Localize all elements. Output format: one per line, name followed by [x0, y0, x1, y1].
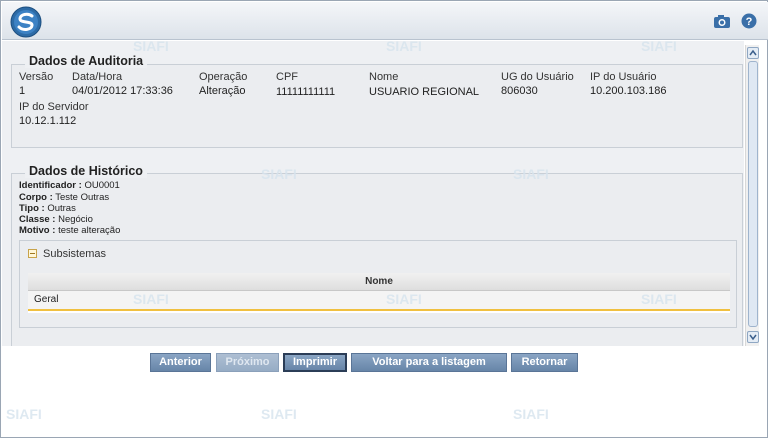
subsistemas-table: Nome Geral [28, 273, 730, 313]
scroll-down-arrow[interactable] [747, 331, 759, 343]
historico-title: Dados de Histórico [25, 164, 147, 178]
svg-text:?: ? [746, 16, 753, 28]
voltar-listagem-button[interactable]: Voltar para a listagem [351, 353, 507, 372]
app-window: ? Dados de Auditoria Versão 1 Data/Hora … [0, 0, 768, 438]
ip-servidor-value: 10.12.1.112 [19, 115, 77, 127]
ip-usuario-label: IP do Usuário [590, 71, 657, 83]
versao-value: 1 [19, 85, 26, 97]
data-hora-value: 04/01/2012 17:33:36 [72, 85, 173, 97]
identificador-value: OU0001 [84, 180, 120, 191]
watermark: SIAFI [261, 406, 297, 422]
vertical-scrollbar[interactable] [745, 45, 759, 346]
field-corpo: Corpo : Teste Outras [19, 192, 109, 203]
field-ug-usuario: UG do Usuário 806030 [501, 71, 574, 97]
watermark: SIAFI [6, 406, 42, 422]
subsistemas-toggle[interactable]: Subsistemas [28, 248, 106, 260]
field-nome: Nome USUARIO REGIONAL [369, 71, 479, 98]
data-hora-label: Data/Hora [72, 71, 123, 83]
field-identificador: Identificador : OU0001 [19, 180, 120, 191]
collapse-icon[interactable] [28, 249, 37, 258]
auditoria-title: Dados de Auditoria [25, 54, 148, 68]
field-cpf: CPF 11111111111 [276, 71, 335, 98]
chevron-up-icon [749, 49, 757, 56]
nome-value: USUARIO REGIONAL [369, 86, 480, 98]
detail-panel: Dados de Auditoria Versão 1 Data/Hora 04… [2, 41, 744, 346]
versao-label: Versão [19, 71, 54, 83]
tipo-label: Tipo : [19, 203, 45, 214]
tipo-value: Outras [47, 203, 76, 214]
chevron-down-icon [749, 334, 757, 341]
motivo-label: Motivo : [19, 225, 56, 236]
imprimir-button[interactable]: Imprimir [283, 353, 347, 372]
scroll-up-arrow[interactable] [747, 47, 759, 59]
nome-label: Nome [369, 71, 399, 83]
subsistemas-panel: Subsistemas Nome Geral [19, 240, 737, 328]
cpf-label: CPF [276, 71, 298, 83]
ip-servidor-label: IP do Servidor [19, 101, 89, 113]
proximo-button[interactable]: Próximo [216, 353, 279, 372]
anterior-button[interactable]: Anterior [150, 353, 211, 372]
field-classe: Classe : Negócio [19, 214, 93, 225]
scroll-thumb[interactable] [748, 61, 758, 327]
field-operacao: Operação Alteração [199, 71, 247, 97]
field-motivo: Motivo : teste alteração [19, 225, 120, 236]
motivo-value: teste alteração [58, 225, 121, 236]
field-tipo: Tipo : Outras [19, 203, 76, 214]
identificador-label: Identificador : [19, 180, 82, 191]
corpo-value: Teste Outras [55, 192, 110, 203]
ug-usuario-value: 806030 [501, 85, 538, 97]
classe-value: Negócio [58, 214, 93, 225]
subsistemas-title: Subsistemas [43, 248, 106, 260]
classe-label: Classe : [19, 214, 56, 225]
operacao-label: Operação [199, 71, 248, 83]
field-data-hora: Data/Hora 04/01/2012 17:33:36 [72, 71, 173, 97]
siafi-logo-icon [10, 6, 42, 38]
operacao-value: Alteração [199, 85, 246, 97]
watermark: SIAFI [513, 406, 549, 422]
help-icon[interactable]: ? [740, 13, 758, 29]
field-ip-servidor: IP do Servidor 10.12.1.112 [19, 101, 89, 127]
field-versao: Versão 1 [19, 71, 53, 97]
cpf-value: 11111111111 [276, 86, 336, 98]
header-bar: ? [2, 2, 768, 40]
camera-icon[interactable] [713, 13, 731, 29]
column-header-nome[interactable]: Nome [28, 273, 730, 291]
table-row[interactable]: Geral [28, 291, 730, 311]
field-ip-usuario: IP do Usuário 10.200.103.186 [590, 71, 666, 97]
retornar-button[interactable]: Retornar [511, 353, 578, 372]
ip-usuario-value: 10.200.103.186 [590, 85, 667, 97]
corpo-label: Corpo : [19, 192, 53, 203]
ug-usuario-label: UG do Usuário [501, 71, 574, 83]
